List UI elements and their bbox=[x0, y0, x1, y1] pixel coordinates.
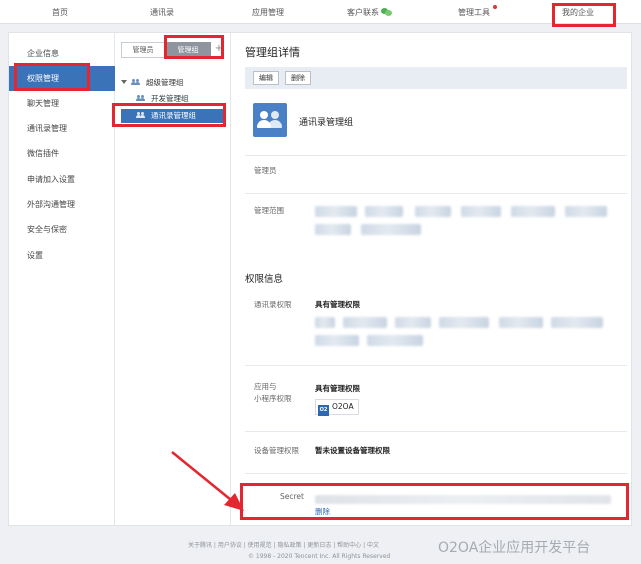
footer-links[interactable]: 关于腾讯 | 用户协议 | 使用规范 | 隐私政策 | 更新日志 | 帮助中心 … bbox=[188, 540, 379, 549]
footer-copyright: © 1998 - 2020 Tencent Inc. All Rights Re… bbox=[248, 553, 391, 560]
watermark: O2OA企业应用开发平台 bbox=[438, 540, 591, 556]
annotation-arrow bbox=[171, 451, 244, 511]
